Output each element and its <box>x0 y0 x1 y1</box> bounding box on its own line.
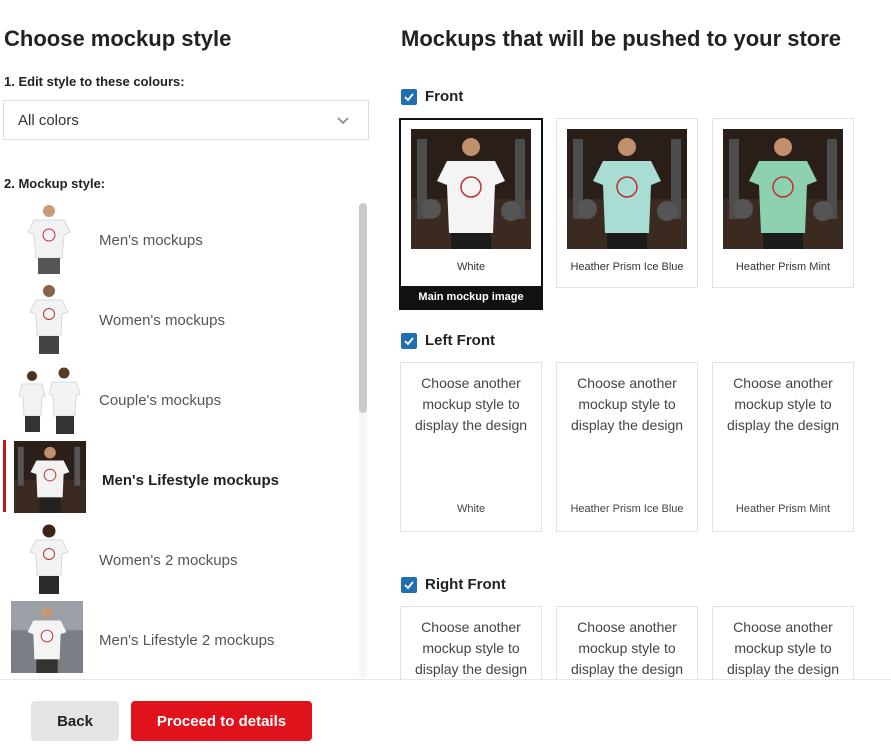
page-title: Choose mockup style <box>4 26 232 51</box>
colour-select-value: All colors <box>18 111 79 129</box>
colour-select[interactable]: All colors <box>3 100 369 140</box>
style-item-label: Men's Lifestyle mockups <box>102 471 279 489</box>
mockup-card-front-ice-blue[interactable]: Heather Prism Ice Blue <box>556 118 698 288</box>
colour-label: 1. Edit style to these colours: <box>4 74 185 89</box>
mockup-card-front-mint[interactable]: Heather Prism Mint <box>712 118 854 288</box>
mockup-card-front-white[interactable]: White Main mockup image <box>399 118 543 310</box>
style-item-label: Men's mockups <box>99 231 203 249</box>
mockup-card-left-front-ice-blue[interactable]: Choose another mockup style to display t… <box>556 362 698 532</box>
section-left-front-header: Left Front <box>401 332 495 349</box>
section-right-front-header: Right Front <box>401 576 506 593</box>
style-item-mens-lifestyle-2[interactable]: Men's Lifestyle 2 mockups <box>0 600 369 678</box>
style-item-mens[interactable]: Men's mockups <box>0 200 369 280</box>
section-front-label: Front <box>425 88 464 105</box>
placeholder-message: Choose another mockup style to display t… <box>414 375 528 433</box>
section-right-front-label: Right Front <box>425 576 506 593</box>
right-front-checkbox[interactable] <box>401 576 417 593</box>
mockup-color-label: Heather Prism Mint <box>735 503 831 515</box>
style-list-scrollbar-thumb[interactable] <box>359 203 367 413</box>
style-item-couples[interactable]: Couple's mockups <box>0 360 369 440</box>
front-checkbox[interactable] <box>401 88 417 105</box>
mockup-photo-ice-blue <box>567 129 687 249</box>
placeholder-message: Choose another mockup style to display t… <box>570 375 684 433</box>
style-item-label: Women's 2 mockups <box>99 551 238 569</box>
mockup-style-label: 2. Mockup style: <box>4 176 106 191</box>
placeholder-message: Choose another mockup style to display t… <box>570 619 684 677</box>
style-item-label: Women's mockups <box>99 311 225 329</box>
left-front-checkbox[interactable] <box>401 332 417 349</box>
mockup-color-label: White <box>456 503 486 515</box>
placeholder-message: Choose another mockup style to display t… <box>726 375 840 433</box>
style-item-label: Couple's mockups <box>99 391 222 409</box>
back-button[interactable]: Back <box>31 701 119 741</box>
mockup-card-right-front-3[interactable]: Choose another mockup style to display t… <box>712 606 854 679</box>
checkmark-icon <box>404 336 414 345</box>
main-mockup-tag: Main mockup image <box>401 286 541 308</box>
mockup-color-label: Heather Prism Ice Blue <box>570 503 684 515</box>
placeholder-message: Choose another mockup style to display t… <box>726 619 840 677</box>
proceed-to-details-button[interactable]: Proceed to details <box>131 701 312 741</box>
checkmark-icon <box>404 580 414 589</box>
mockup-color-label: White <box>456 261 486 273</box>
mockups-title: Mockups that will be pushed to your stor… <box>401 26 842 51</box>
checkmark-icon <box>404 92 414 101</box>
footer-bar: Back Proceed to details <box>0 679 891 755</box>
mockup-color-label: Heather Prism Ice Blue <box>570 261 684 273</box>
style-item-womens[interactable]: Women's mockups <box>0 280 369 360</box>
mens-lifestyle-2-mockup-thumbnail <box>11 601 83 673</box>
style-item-mens-lifestyle[interactable]: Men's Lifestyle mockups <box>0 440 369 520</box>
mockup-color-label: Heather Prism Mint <box>735 261 831 273</box>
style-item-label: Men's Lifestyle 2 mockups <box>99 631 275 649</box>
mens-mockup-thumbnail <box>12 202 86 276</box>
mockup-card-right-front-1[interactable]: Choose another mockup style to display t… <box>400 606 542 679</box>
mockup-card-right-front-2[interactable]: Choose another mockup style to display t… <box>556 606 698 679</box>
mockup-style-list: Men's mockups Women's mockups Couple's m… <box>0 200 369 678</box>
mens-lifestyle-mockup-thumbnail <box>14 441 86 513</box>
style-item-womens-2[interactable]: Women's 2 mockups <box>0 520 369 600</box>
mockup-photo-white <box>411 129 531 249</box>
chevron-down-icon <box>337 117 349 125</box>
section-front-header: Front <box>401 88 463 105</box>
active-indicator <box>3 440 6 512</box>
mockup-card-left-front-white[interactable]: Choose another mockup style to display t… <box>400 362 542 532</box>
womens-2-mockup-thumbnail <box>12 522 86 596</box>
mockup-photo-mint <box>723 129 843 249</box>
mockup-card-left-front-mint[interactable]: Choose another mockup style to display t… <box>712 362 854 532</box>
section-left-front-label: Left Front <box>425 332 495 349</box>
couples-mockup-thumbnail <box>12 362 86 436</box>
placeholder-message: Choose another mockup style to display t… <box>414 619 528 677</box>
womens-mockup-thumbnail <box>12 282 86 356</box>
